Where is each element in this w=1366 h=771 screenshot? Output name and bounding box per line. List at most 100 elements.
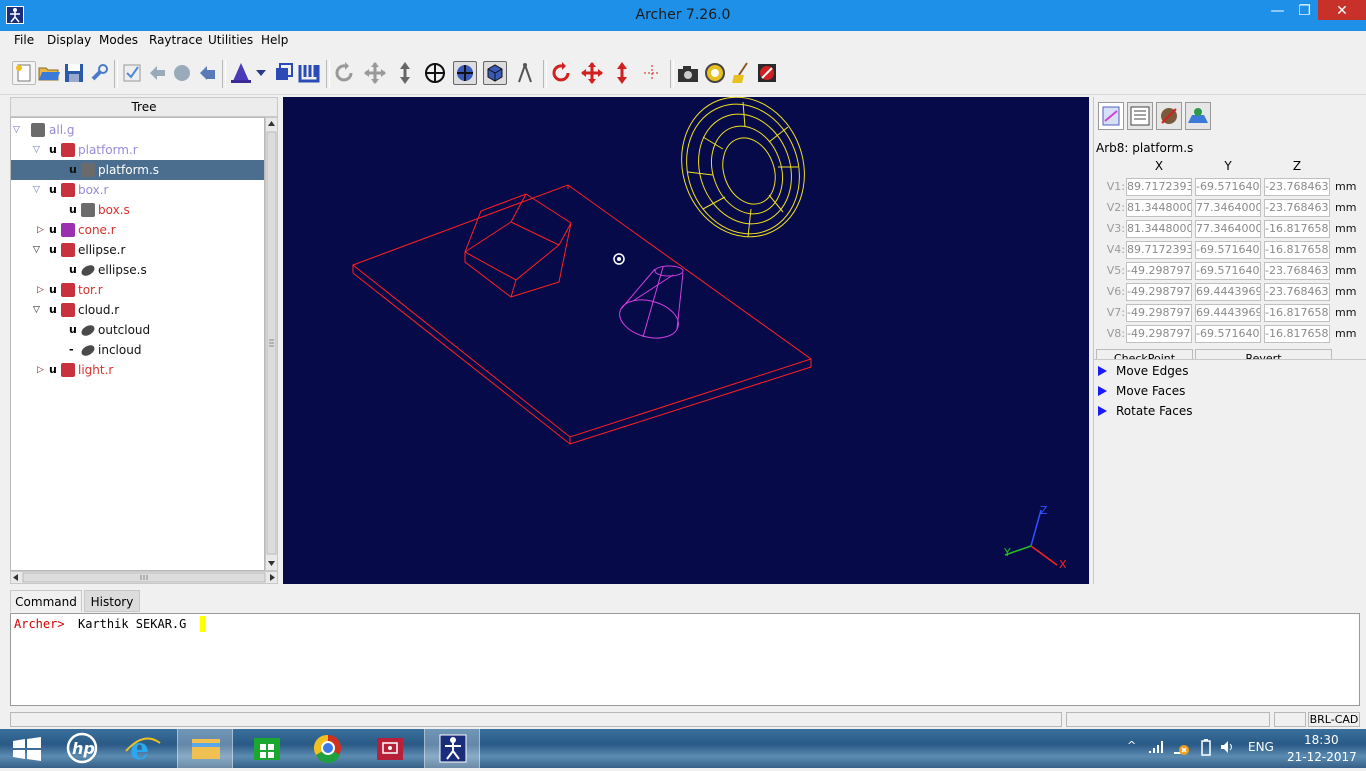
- preferences-wrench-icon[interactable]: [87, 61, 111, 85]
- file-explorer-icon[interactable]: [177, 729, 233, 768]
- camera-icon[interactable]: [676, 61, 700, 85]
- overlap-bars-icon[interactable]: [297, 61, 321, 85]
- close-button[interactable]: ✕: [1318, 0, 1366, 20]
- raytrace-frames-icon[interactable]: [272, 61, 296, 85]
- vertex-x-field[interactable]: 81.34480000: [1126, 199, 1192, 217]
- signal-icon[interactable]: [1147, 739, 1163, 758]
- language-indicator[interactable]: ENG: [1248, 740, 1274, 754]
- vertex-x-field[interactable]: 81.34480000: [1126, 220, 1192, 238]
- tab-command[interactable]: Command: [10, 590, 82, 612]
- translate-view-icon[interactable]: [363, 61, 387, 85]
- vertex-z-field[interactable]: -16.8176589: [1264, 241, 1330, 259]
- network-warning-icon[interactable]: [1172, 739, 1190, 760]
- raytrace-gear-icon[interactable]: [703, 61, 727, 85]
- abort-raytrace-icon[interactable]: [755, 61, 779, 85]
- menu-display[interactable]: Display: [47, 33, 91, 47]
- tree-row-outcloud[interactable]: u outcloud: [11, 320, 264, 340]
- tree-row-cone-r[interactable]: ▷ u cone.r: [11, 220, 264, 240]
- tree-row-platform-r[interactable]: ▽ u platform.r: [11, 140, 264, 160]
- tools-tab-icon[interactable]: [1156, 102, 1182, 130]
- tree-row-platform-s[interactable]: u platform.s: [11, 160, 264, 180]
- edit-center-icon[interactable]: [640, 61, 664, 85]
- tree-horizontal-scrollbar[interactable]: [10, 571, 278, 584]
- checkpoint-icon[interactable]: [120, 61, 144, 85]
- volume-icon[interactable]: [1219, 739, 1235, 758]
- tree-row-box-r[interactable]: ▽ u box.r: [11, 180, 264, 200]
- tree-row-all-g[interactable]: ▽ all.g: [11, 120, 264, 140]
- internet-explorer-icon[interactable]: e: [116, 729, 172, 768]
- media-app-icon[interactable]: [362, 729, 418, 768]
- action-rotate-faces[interactable]: Rotate Faces: [1094, 401, 1366, 421]
- tree-row-light-r[interactable]: ▷ u light.r: [11, 360, 264, 380]
- edit-translate-icon[interactable]: [580, 61, 604, 85]
- clock-time[interactable]: 18:30: [1304, 733, 1339, 747]
- tree-row-cloud-r[interactable]: ▽ u cloud.r: [11, 300, 264, 320]
- tree-row-ellipse-r[interactable]: ▽ u ellipse.r: [11, 240, 264, 260]
- tab-history[interactable]: History: [84, 590, 140, 612]
- vertex-y-field[interactable]: 77.34640000: [1195, 220, 1261, 238]
- edit-object-tab-icon[interactable]: [1098, 102, 1124, 130]
- save-disk-icon[interactable]: [62, 61, 86, 85]
- store-icon[interactable]: [239, 729, 295, 768]
- vertex-x-field[interactable]: 89.71723937: [1126, 178, 1192, 196]
- wizard-dropdown-chevron-icon[interactable]: [254, 61, 268, 85]
- tree-row-box-s[interactable]: u box.s: [11, 200, 264, 220]
- wizard-hat-icon[interactable]: [229, 61, 253, 85]
- redo-icon[interactable]: [170, 61, 194, 85]
- attributes-tab-icon[interactable]: [1185, 102, 1211, 130]
- edit-scale-icon[interactable]: [610, 61, 634, 85]
- start-button[interactable]: [0, 729, 56, 768]
- clock-date[interactable]: 21-12-2017: [1287, 750, 1357, 764]
- tray-chevron-icon[interactable]: ^: [1127, 739, 1136, 752]
- edit-rotate-icon[interactable]: [550, 61, 574, 85]
- vertex-z-field[interactable]: -23.7684631: [1264, 262, 1330, 280]
- action-move-faces[interactable]: Move Faces: [1094, 381, 1366, 401]
- maximize-button[interactable]: ❐: [1291, 0, 1318, 20]
- revert-button[interactable]: Revert: [1195, 349, 1332, 359]
- vertex-z-field[interactable]: -23.7684631: [1264, 199, 1330, 217]
- text-edit-tab-icon[interactable]: [1127, 102, 1153, 130]
- vertex-y-field[interactable]: 69.44439697: [1195, 304, 1261, 322]
- undo-icon[interactable]: [145, 61, 169, 85]
- 3d-viewport[interactable]: Z Y X: [283, 97, 1089, 584]
- revert-icon[interactable]: [195, 61, 219, 85]
- vertex-y-field[interactable]: -69.5716400: [1195, 178, 1261, 196]
- measure-cube-icon[interactable]: [483, 61, 507, 85]
- scale-view-icon[interactable]: [393, 61, 417, 85]
- menu-file[interactable]: File: [14, 33, 34, 47]
- menu-modes[interactable]: Modes: [99, 33, 138, 47]
- command-input[interactable]: Karthik SEKAR.G: [78, 617, 186, 631]
- action-move-edges[interactable]: Move Edges: [1094, 361, 1366, 381]
- vertex-z-field[interactable]: -23.7684631: [1264, 178, 1330, 196]
- tree-row-incloud[interactable]: - incloud: [11, 340, 264, 360]
- expand-toggle-icon[interactable]: ▷: [37, 285, 47, 295]
- archer-taskbar-icon[interactable]: [424, 729, 480, 768]
- tree-row-tor-r[interactable]: ▷ u tor.r: [11, 280, 264, 300]
- command-console[interactable]: Archer> Karthik SEKAR.G: [10, 613, 1360, 706]
- vertex-x-field[interactable]: -49.2987976: [1126, 325, 1192, 343]
- hp-app-icon[interactable]: hp: [56, 729, 112, 768]
- menu-raytrace[interactable]: Raytrace: [149, 33, 203, 47]
- compass-measure-icon[interactable]: [513, 61, 537, 85]
- vertex-z-field[interactable]: -16.8176589: [1264, 325, 1330, 343]
- open-folder-icon[interactable]: [37, 61, 61, 85]
- vertex-x-field[interactable]: -49.2987976: [1126, 304, 1192, 322]
- menu-utilities[interactable]: Utilities: [208, 33, 253, 47]
- checkpoint-button[interactable]: CheckPoint: [1096, 349, 1193, 359]
- menu-help[interactable]: Help: [261, 33, 288, 47]
- vertex-y-field[interactable]: 69.44439697: [1195, 283, 1261, 301]
- expand-toggle-icon[interactable]: ▷: [37, 225, 47, 235]
- tree-vertical-scrollbar[interactable]: [265, 117, 278, 571]
- minimize-button[interactable]: —: [1264, 0, 1291, 20]
- vertex-y-field[interactable]: -69.5716400: [1195, 325, 1261, 343]
- vertex-z-field[interactable]: -16.8176589: [1264, 304, 1330, 322]
- vertex-x-field[interactable]: -49.2987976: [1126, 283, 1192, 301]
- vertex-y-field[interactable]: -69.5716400: [1195, 241, 1261, 259]
- new-file-icon[interactable]: [12, 61, 36, 85]
- collapse-toggle-icon[interactable]: ▽: [33, 245, 43, 255]
- vertex-y-field[interactable]: 77.34640000: [1195, 199, 1261, 217]
- tree-view[interactable]: ▽ all.g ▽ u platform.r u platform.s ▽ u …: [10, 117, 265, 571]
- vertex-y-field[interactable]: -69.5716400: [1195, 262, 1261, 280]
- vertex-x-field[interactable]: -49.2987976: [1126, 262, 1192, 280]
- chrome-icon[interactable]: [300, 729, 356, 768]
